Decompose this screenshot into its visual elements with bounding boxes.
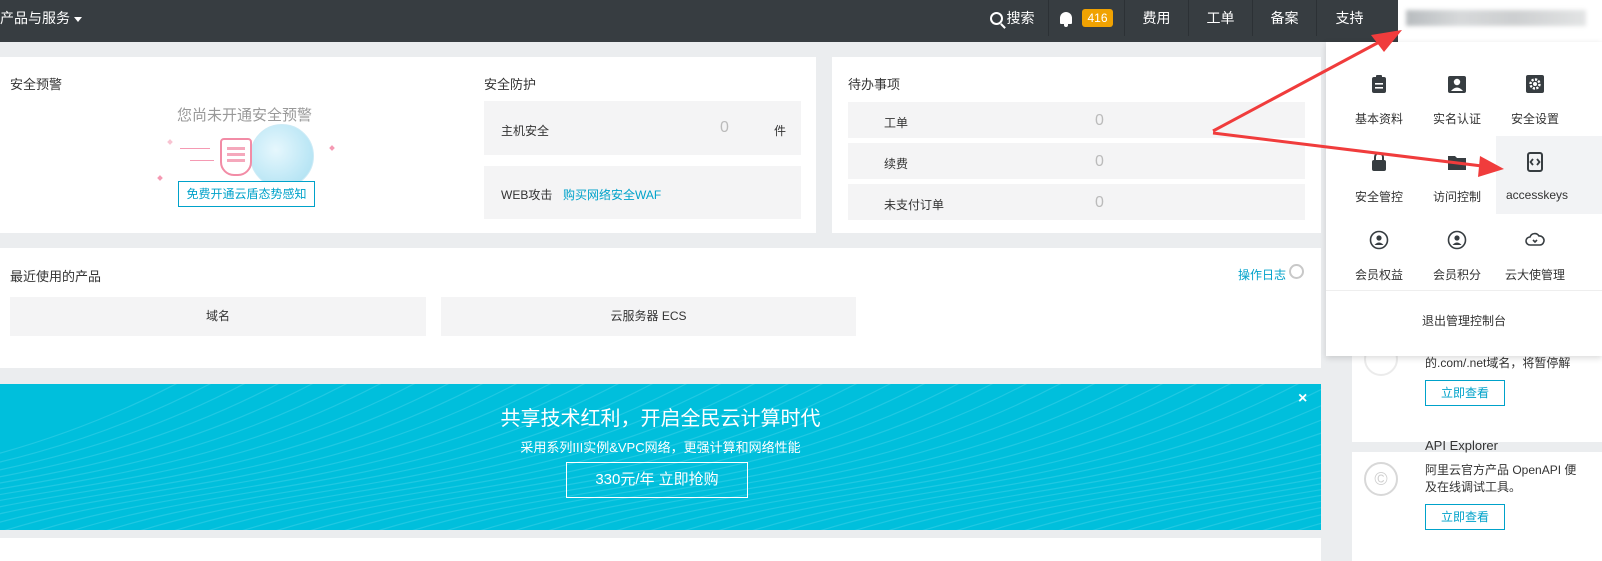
todo-count: 0	[1095, 112, 1104, 129]
menu-label: 访问控制	[1432, 190, 1481, 204]
sparkle-icon	[329, 145, 335, 151]
api-explorer-desc-2: 及在线调试工具。	[1425, 480, 1522, 494]
todo-label: 续费	[884, 157, 909, 171]
host-security-label: 主机安全	[501, 124, 550, 138]
products-services-menu[interactable]: 产品与服务	[0, 0, 82, 42]
banner-title: 共享技术红利，开启全民云计算时代	[500, 408, 821, 430]
host-security-count: 0	[720, 119, 729, 136]
products-menu-label: 产品与服务	[0, 10, 70, 26]
sparkle-icon	[157, 175, 163, 181]
menu-real-name-auth[interactable]: 实名认证	[1418, 58, 1496, 136]
host-security-unit: 件	[774, 124, 787, 138]
todo-label: 工单	[884, 116, 909, 130]
view-now-button[interactable]: 立即查看	[1425, 504, 1505, 530]
notifications-button[interactable]: 416	[1048, 0, 1124, 36]
nav-tickets[interactable]: 工单	[1188, 0, 1252, 36]
todo-count: 0	[1095, 194, 1104, 211]
menu-label: accesskeys	[1506, 188, 1569, 202]
todo-count: 0	[1095, 153, 1104, 170]
recent-product-domain[interactable]: 域名	[10, 297, 426, 336]
banner-subtitle: 采用系列III实例&VPC网络，更强计算和网络性能	[520, 440, 801, 455]
caret-down-icon	[74, 16, 82, 22]
bell-icon	[1060, 12, 1073, 27]
search-label: 搜索	[1006, 10, 1035, 26]
menu-label: 云大使管理	[1504, 268, 1565, 282]
shield-icon	[220, 138, 252, 176]
security-protect-title: 安全防护	[484, 77, 537, 92]
menu-member-points[interactable]: 会员积分	[1418, 214, 1496, 292]
streak-line	[190, 160, 214, 161]
folder-icon	[1448, 156, 1466, 170]
menu-basic-info[interactable]: 基本资料	[1340, 58, 1418, 136]
account-dropdown-menu: 基本资料 实名认证 安全设置 安全管控 访问控制 accesskeys 会员权益…	[1326, 42, 1602, 356]
nav-support[interactable]: 支持	[1316, 0, 1382, 36]
menu-label: 基本资料	[1354, 112, 1403, 126]
blurred-username	[1406, 10, 1586, 26]
menu-divider	[1326, 290, 1602, 291]
security-illustration	[150, 120, 350, 190]
code-icon	[1527, 152, 1543, 172]
top-navigation-bar: 产品与服务 搜索 416 费用 工单 备案 支持	[0, 0, 1602, 42]
enable-situation-awareness-button[interactable]: 免费开通云盾态势感知	[178, 181, 315, 207]
member-icon	[1369, 230, 1389, 250]
recent-products-title: 最近使用的产品	[10, 269, 102, 284]
close-icon[interactable]: ×	[1298, 390, 1307, 408]
web-attack-label: WEB攻击	[501, 188, 553, 202]
api-explorer-title: API Explorer	[1425, 438, 1498, 453]
bottom-panel-edge	[0, 538, 1321, 561]
logout-console-button[interactable]: 退出管理控制台	[1326, 312, 1602, 329]
clock-icon	[1289, 264, 1304, 279]
recent-product-ecs[interactable]: 云服务器 ECS	[441, 297, 856, 336]
buy-waf-link[interactable]: 购买网络安全WAF	[563, 186, 661, 203]
user-account-button[interactable]	[1398, 0, 1602, 42]
clipboard-icon	[1372, 75, 1386, 93]
menu-cloud-ambassador[interactable]: 云大使管理	[1496, 214, 1574, 292]
api-explorer-icon: ©	[1364, 462, 1398, 496]
search-icon	[989, 12, 1003, 25]
menu-security-settings[interactable]: 安全设置	[1496, 58, 1574, 136]
domain-notice-text: 的.com/.net域名，将暂停解	[1425, 356, 1571, 370]
lock-icon	[1372, 152, 1386, 171]
id-card-icon	[1448, 76, 1466, 93]
points-icon	[1447, 230, 1467, 250]
streak-line	[180, 148, 210, 149]
menu-label: 安全管控	[1354, 190, 1403, 204]
view-now-button[interactable]: 立即查看	[1425, 380, 1505, 406]
menu-label: 实名认证	[1432, 112, 1481, 126]
operation-log-link[interactable]: 操作日志	[1238, 266, 1286, 283]
notification-count-badge: 416	[1082, 9, 1113, 27]
globe-icon	[250, 124, 314, 188]
menu-label: 会员积分	[1432, 268, 1481, 282]
menu-label: 安全设置	[1510, 112, 1559, 126]
menu-accesskeys[interactable]: accesskeys	[1496, 136, 1602, 214]
api-explorer-card: © API Explorer 阿里云官方产品 OpenAPI 便 及在线调试工具…	[1352, 438, 1602, 561]
todo-title: 待办事项	[848, 77, 901, 92]
search-button[interactable]: 搜索	[976, 0, 1048, 36]
gear-icon	[1526, 75, 1544, 93]
sparkle-icon	[167, 139, 173, 145]
security-alert-title: 安全预警	[10, 77, 63, 92]
menu-security-control[interactable]: 安全管控	[1340, 136, 1418, 214]
menu-member-benefits[interactable]: 会员权益	[1340, 214, 1418, 292]
menu-access-control[interactable]: 访问控制	[1418, 136, 1496, 214]
menu-label: 会员权益	[1354, 268, 1403, 282]
cloud-icon	[1525, 232, 1545, 246]
nav-fees[interactable]: 费用	[1124, 0, 1188, 36]
nav-filing[interactable]: 备案	[1252, 0, 1316, 36]
banner-buy-button[interactable]: 330元/年 立即抢购	[566, 462, 748, 498]
top-nav: 搜索 416 费用 工单 备案 支持	[976, 0, 1382, 42]
api-explorer-desc-1: 阿里云官方产品 OpenAPI 便	[1425, 463, 1577, 477]
todo-row-tickets[interactable]	[848, 102, 1305, 138]
todo-label: 未支付订单	[884, 198, 945, 212]
todo-row-renewal[interactable]	[848, 143, 1305, 179]
